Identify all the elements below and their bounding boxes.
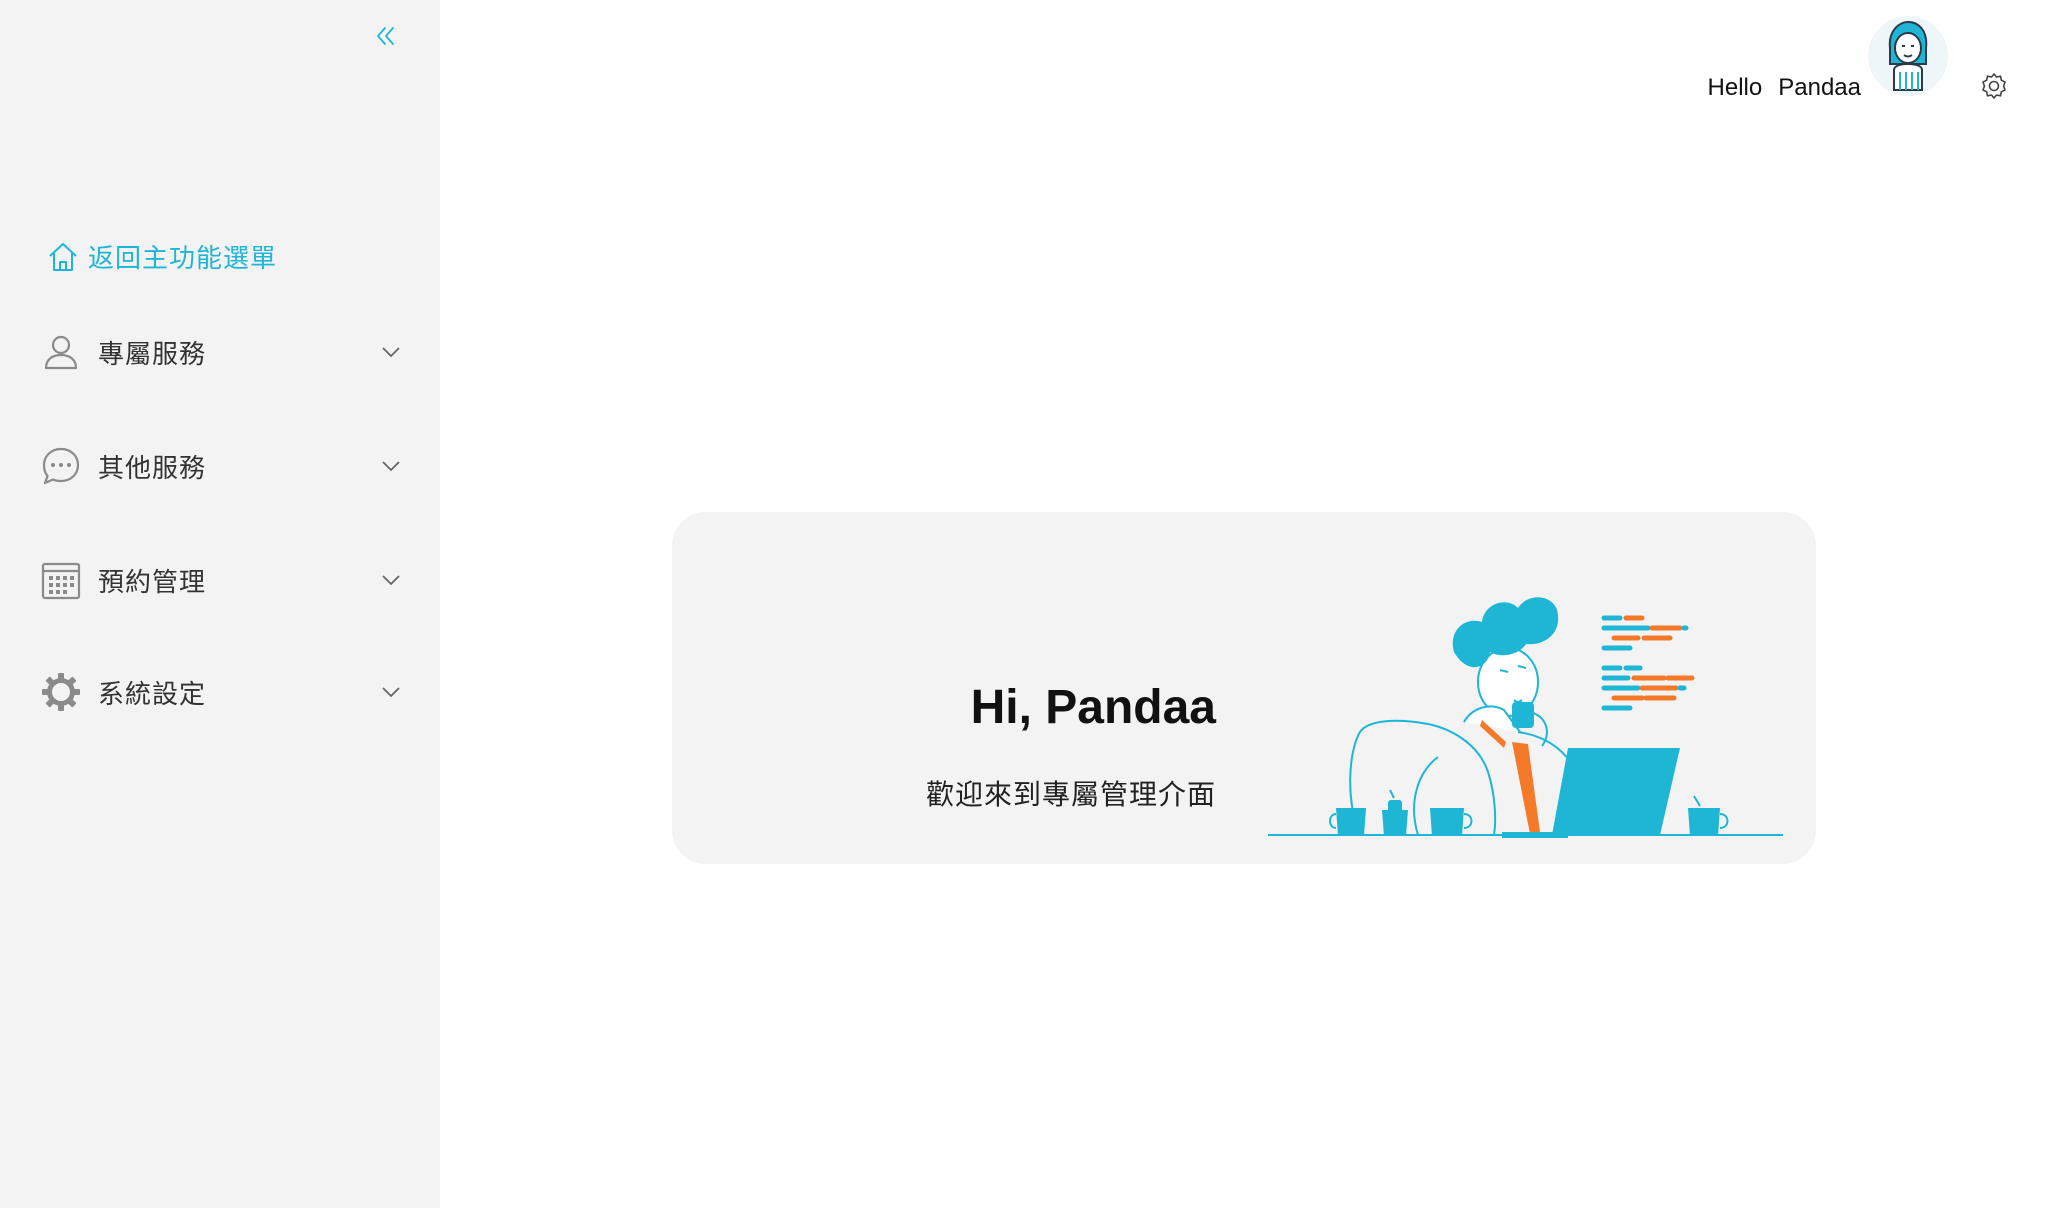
app-root: 返回主功能選單 專屬服務 其他服務 預約管理 系統設定 Hello Pandaa…	[0, 0, 2048, 1208]
settings-gear-icon	[1982, 73, 2006, 99]
greeting-username: Pandaa	[1778, 74, 1861, 101]
welcome-card: Hi, Pandaa 歡迎來到專屬管理介面	[672, 512, 1816, 864]
sidebar-item-exclusive-services[interactable]: 專屬服務	[38, 324, 408, 380]
home-link-label: 返回主功能選單	[88, 244, 278, 274]
sidebar-item-label: 專屬服務	[98, 339, 207, 370]
sidebar: 返回主功能選單 專屬服務 其他服務 預約管理 系統設定	[0, 0, 440, 1208]
sidebar-item-other-services[interactable]: 其他服務	[38, 438, 408, 494]
home-icon	[49, 242, 77, 271]
back-to-main-menu-link[interactable]: 返回主功能選單	[46, 238, 277, 275]
chat-bubble-icon	[38, 443, 84, 489]
welcome-title: Hi, Pandaa	[970, 681, 1216, 734]
sidebar-item-label: 預約管理	[98, 567, 207, 598]
double-chevron-left-icon	[377, 27, 394, 45]
avatar[interactable]	[1868, 16, 1948, 96]
user-avatar-icon	[1888, 20, 1928, 91]
settings-button[interactable]	[1978, 70, 2010, 102]
collapse-sidebar-button[interactable]	[370, 20, 402, 52]
gear-icon	[38, 669, 84, 715]
greeting-hello: Hello	[1707, 74, 1763, 101]
sidebar-item-appointment-management[interactable]: 預約管理	[38, 552, 408, 608]
welcome-subtitle: 歡迎來到專屬管理介面	[925, 778, 1216, 811]
developer-illustration	[1268, 597, 1783, 838]
chevron-down-icon	[378, 339, 404, 365]
chevron-down-icon	[378, 453, 404, 479]
chevron-down-icon	[378, 567, 404, 593]
sidebar-item-label: 其他服務	[98, 453, 207, 484]
sidebar-item-system-settings[interactable]: 系統設定	[38, 664, 408, 720]
user-icon	[38, 329, 84, 375]
user-greeting: Hello Pandaa	[1708, 74, 1861, 102]
chevron-down-icon	[378, 679, 404, 705]
sidebar-item-label: 系統設定	[98, 679, 207, 710]
calendar-icon	[38, 557, 84, 603]
